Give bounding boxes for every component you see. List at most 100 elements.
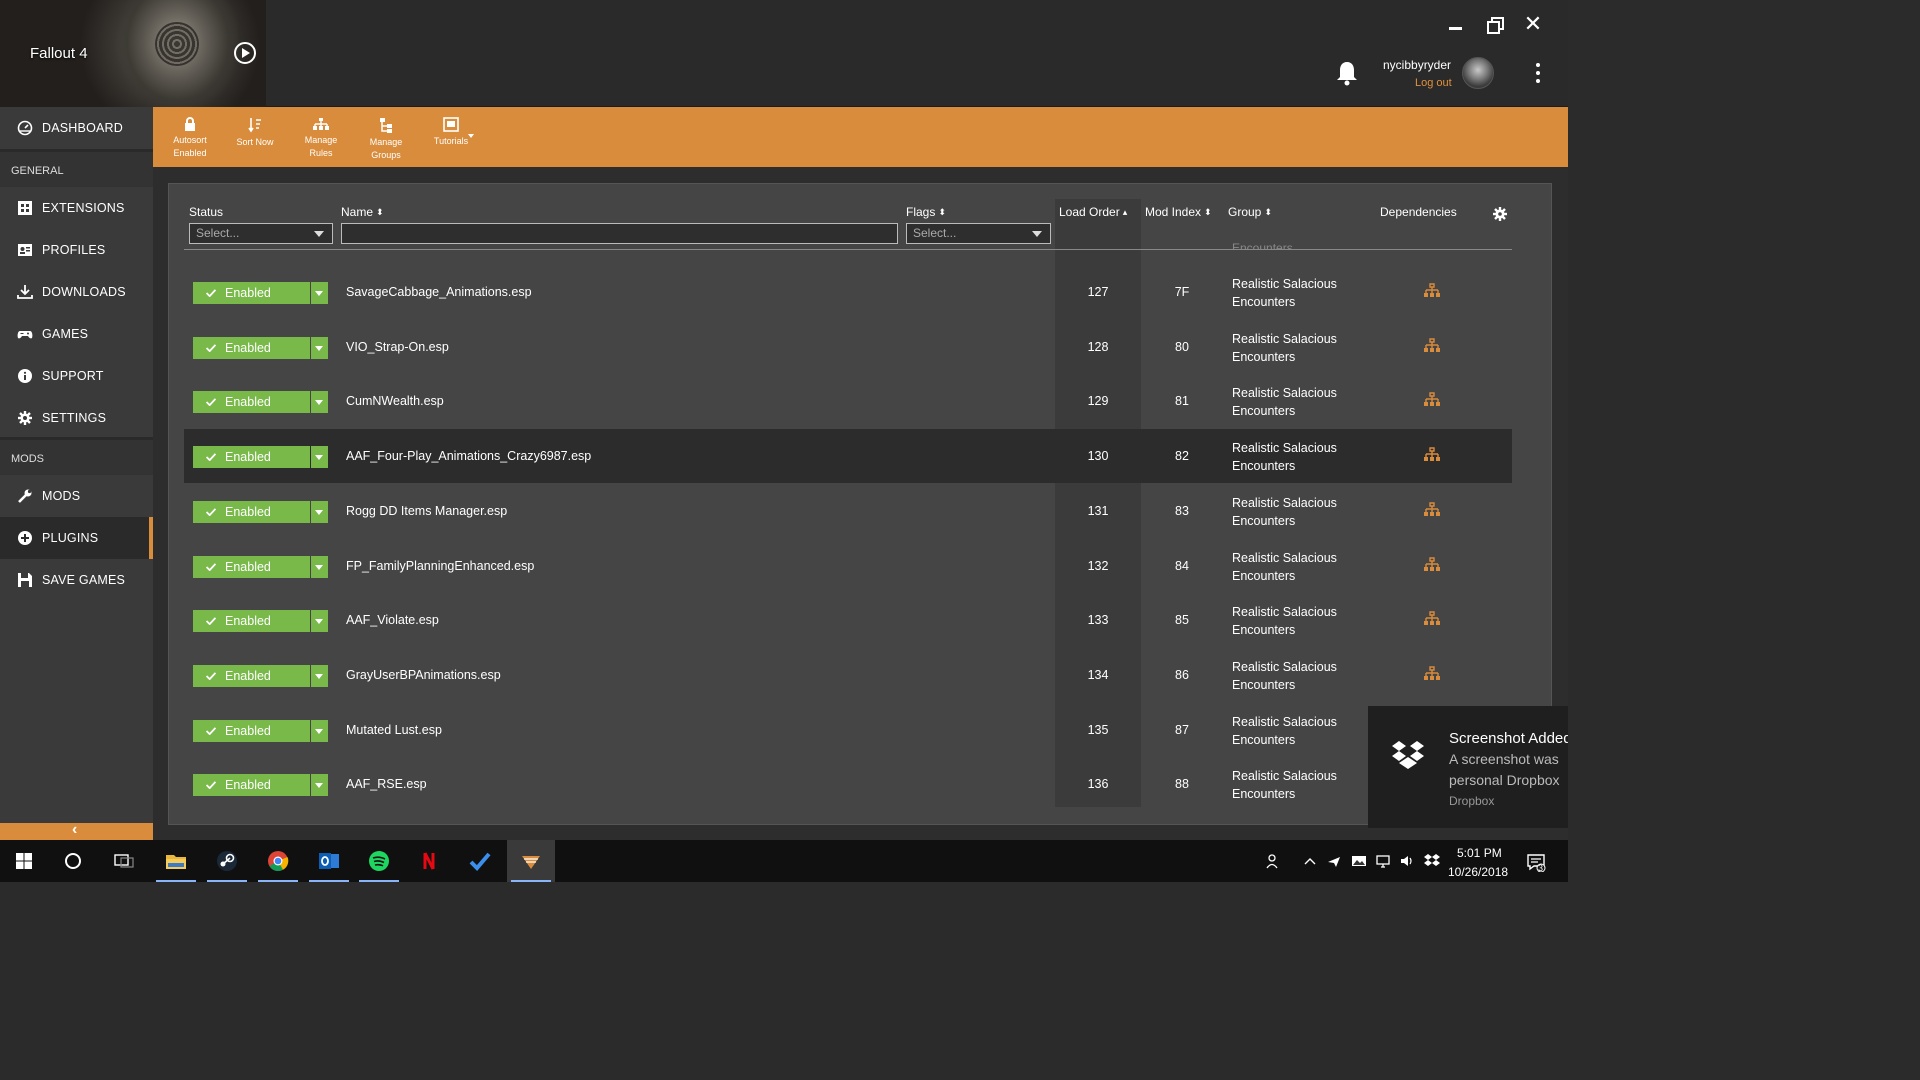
sidebar-item-save-games[interactable]: SAVE GAMES [0,559,153,601]
clock-date[interactable]: 10/26/2018 [1448,865,1508,879]
table-row[interactable]: Enabled Rogg DD Items Manager.esp 131 83 Rea… [184,484,1512,538]
start-button[interactable] [0,840,48,882]
taskbar-todo[interactable] [456,840,504,882]
status-dropdown-button[interactable] [311,336,328,359]
status-enabled-button[interactable]: Enabled [193,336,310,359]
group-value[interactable]: Realistic Salacious Encounters [1232,713,1362,749]
group-value[interactable]: Realistic Salacious Encounters [1232,275,1362,311]
sidebar-item-plugins[interactable]: PLUGINS [0,517,153,559]
dependencies-icon[interactable] [1424,447,1440,463]
status-dropdown-button[interactable] [311,774,328,797]
status-dropdown-button[interactable] [311,282,328,304]
status-toggle-button[interactable]: Enabled [193,391,328,414]
sidebar-item-settings[interactable]: SETTINGS [0,397,153,439]
table-row[interactable]: Enabled SavageCabbage_Animations.esp 127 7F… [184,265,1512,319]
close-icon[interactable]: ✕ [1523,13,1543,35]
status-dropdown-button[interactable] [311,719,328,742]
status-enabled-button[interactable]: Enabled [193,610,310,633]
restore-icon[interactable] [1485,14,1505,34]
sidebar-item-mods[interactable]: MODS [0,475,153,517]
column-status[interactable]: Status [189,205,223,219]
sidebar-item-dashboard[interactable]: DASHBOARD [0,107,153,149]
status-dropdown-button[interactable] [311,610,328,633]
column-group[interactable]: Group ⬍ [1228,205,1272,219]
sidebar-item-extensions[interactable]: EXTENSIONS [0,187,153,229]
dropbox-notification[interactable]: Screenshot Added A screenshot was person… [1368,706,1568,828]
group-value[interactable]: Realistic Salacious Encounters [1232,330,1362,366]
tutorials-button[interactable]: Tutorials [420,115,482,148]
column-mod-index[interactable]: Mod Index ⬍ [1145,205,1212,219]
status-enabled-button[interactable]: Enabled [193,719,310,742]
group-value[interactable]: Realistic Salacious Encounters [1232,658,1362,694]
status-dropdown-button[interactable] [311,446,328,469]
status-toggle-button[interactable]: Enabled [193,774,328,797]
group-value[interactable]: Realistic Salacious Encounters [1232,384,1362,420]
bell-icon[interactable] [1336,60,1358,86]
status-enabled-button[interactable]: Enabled [193,391,310,414]
column-name[interactable]: Name ⬍ [341,205,384,219]
network-icon[interactable] [1375,853,1391,869]
taskbar-file-explorer[interactable] [152,840,200,882]
status-toggle-button[interactable]: Enabled [193,664,328,687]
flags-filter-select[interactable]: Select... [906,223,1051,244]
status-toggle-button[interactable]: Enabled [193,610,328,633]
more-options-icon[interactable] [1535,63,1541,85]
group-value[interactable]: Realistic Salacious Encounters [1232,549,1362,585]
status-toggle-button[interactable]: Enabled [193,446,328,469]
group-value[interactable]: Realistic Salacious Encounters [1232,494,1362,530]
status-enabled-button[interactable]: Enabled [193,500,310,523]
status-dropdown-button[interactable] [311,664,328,687]
task-view-button[interactable] [100,840,148,882]
people-icon[interactable] [1265,853,1281,869]
logout-link[interactable]: Log out [1415,77,1452,89]
status-dropdown-button[interactable] [311,500,328,523]
name-filter-input[interactable] [341,223,898,244]
status-filter-select[interactable]: Select... [189,223,333,244]
table-row[interactable]: Enabled AAF_Violate.esp 133 85 Realistic Sal… [184,593,1512,647]
table-row[interactable]: Enabled VIO_Strap-On.esp 128 80 Realistic Sa… [184,320,1512,374]
table-row[interactable]: Enabled Mutated Lust.esp 135 87 Realistic Sa… [184,703,1512,757]
dependencies-icon[interactable] [1424,666,1440,682]
table-row[interactable]: Enabled GrayUserBPAnimations.esp 134 86 Real… [184,648,1512,702]
taskbar-netflix[interactable] [405,840,453,882]
status-toggle-button[interactable]: Enabled [193,282,328,304]
status-toggle-button[interactable]: Enabled [193,719,328,742]
sidebar-collapse-button[interactable]: ‹ [0,821,153,840]
manage-groups-button[interactable]: Manage Groups [355,115,417,162]
group-value[interactable]: Realistic Salacious Encounters [1232,439,1362,475]
dependencies-icon[interactable] [1424,556,1440,573]
column-load-order[interactable]: Load Order ▴ [1059,205,1127,219]
photo-tray-icon[interactable] [1351,853,1367,869]
minimize-icon[interactable] [1446,14,1466,34]
table-row[interactable]: Enabled AAF_Four-Play_Animations_Crazy698… [184,429,1512,484]
sidebar-item-profiles[interactable]: PROFILES [0,229,153,271]
status-dropdown-button[interactable] [311,391,328,414]
taskbar-spotify[interactable] [355,840,403,882]
taskbar-outlook[interactable] [305,840,353,882]
table-row[interactable]: Enabled AAF_RSE.esp 136 88 Realistic Salacio… [184,757,1512,811]
autosort-button[interactable]: Autosort Enabled [159,115,221,160]
table-row[interactable]: Enabled FP_FamilyPlanningEnhanced.esp 132 8… [184,539,1512,593]
dependencies-icon[interactable] [1424,337,1440,354]
group-value[interactable]: Realistic Salacious Encounters [1232,767,1362,803]
gear-icon[interactable] [1492,206,1508,222]
dependencies-icon[interactable] [1424,611,1440,627]
dependencies-icon[interactable] [1424,502,1440,518]
status-toggle-button[interactable]: Enabled [193,555,328,578]
avatar[interactable] [1462,57,1494,89]
volume-icon[interactable] [1399,853,1415,869]
manage-rules-button[interactable]: Manage Rules [290,115,352,160]
clock-time[interactable]: 5:01 PM [1457,846,1502,860]
status-toggle-button[interactable]: Enabled [193,336,328,359]
taskbar-vortex[interactable] [507,840,555,882]
play-icon[interactable] [234,42,256,64]
sidebar-item-downloads[interactable]: DOWNLOADS [0,271,153,313]
status-enabled-button[interactable]: Enabled [193,555,310,578]
group-value[interactable]: Realistic Salacious Encounters [1232,603,1362,639]
sidebar-item-games[interactable]: GAMES [0,313,153,355]
dependencies-icon[interactable] [1424,283,1440,299]
status-toggle-button[interactable]: Enabled [193,500,328,523]
dependencies-icon[interactable] [1424,392,1440,408]
status-enabled-button[interactable]: Enabled [193,446,310,469]
game-banner[interactable]: Fallout 4 [0,0,266,107]
